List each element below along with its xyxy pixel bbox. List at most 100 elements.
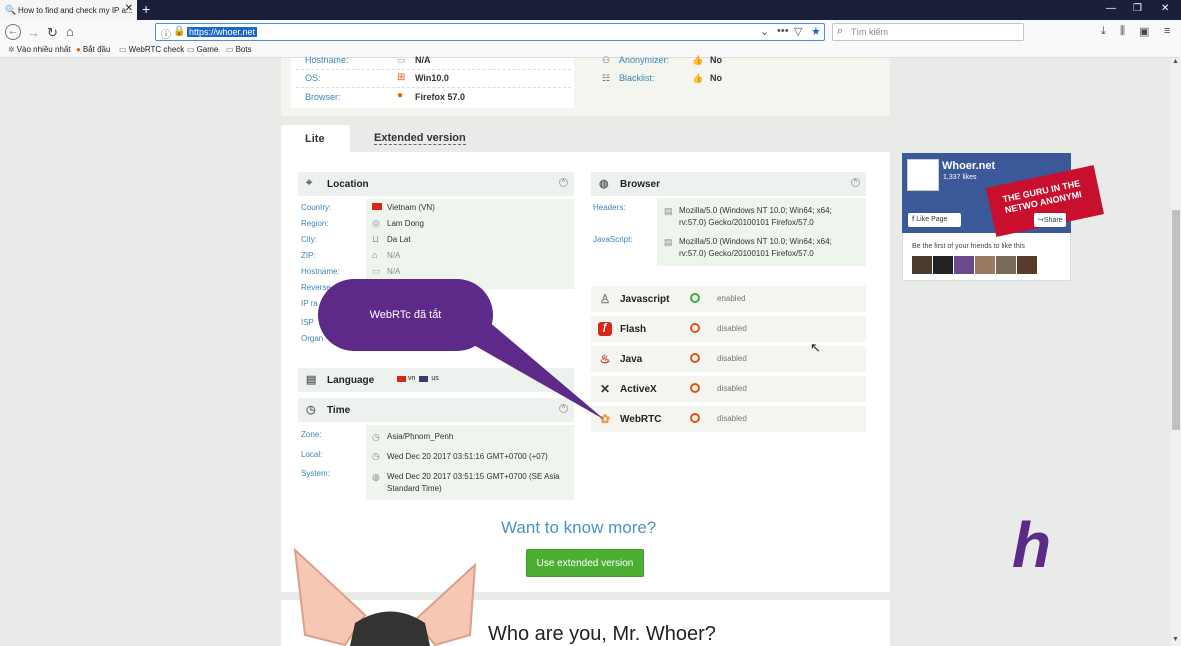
headers-value: Mozilla/5.0 (Windows NT 10.0; Win64; x64…	[679, 206, 832, 227]
restore-button[interactable]: ❐	[1133, 3, 1142, 14]
back-button[interactable]: ←	[5, 24, 21, 40]
javascript-label: JavaScript:	[593, 235, 633, 244]
scrollbar-thumb[interactable]	[1172, 210, 1180, 430]
city-icon: ⊔	[372, 234, 380, 244]
isp-label: ISP	[301, 318, 314, 327]
clock-icon: ◷	[306, 404, 316, 416]
plugin-row-activex: ✕ ActiveX disabled	[591, 376, 866, 402]
plugin-row-flash: ƒ Flash disabled	[591, 316, 866, 342]
close-window-button[interactable]: ✕	[1161, 3, 1169, 14]
search-placeholder: Tìm kiếm	[851, 27, 888, 37]
avatar[interactable]	[975, 256, 995, 274]
avatar[interactable]	[912, 256, 932, 274]
plugin-row-webrtc: ✿ WebRTC disabled	[591, 406, 866, 432]
hostname-value: N/A	[415, 55, 431, 65]
folder-icon: ▭	[119, 45, 127, 54]
globe-icon: ◍	[372, 472, 380, 482]
blacklist-label: Blacklist:	[619, 73, 655, 83]
blacklist-value: No	[710, 73, 722, 83]
browser-tab[interactable]: 🔍 How to find and check my IP a... ✕	[0, 0, 137, 20]
folder-icon: ▭	[187, 45, 195, 54]
menu-icon[interactable]: ≡	[1164, 25, 1170, 37]
close-tab-icon[interactable]: ✕	[125, 3, 133, 14]
bookmark-start[interactable]: ● Bắt đầu	[76, 45, 110, 54]
location-pin-icon: ⌖	[306, 177, 313, 189]
new-tab-button[interactable]: +	[142, 1, 150, 17]
forward-button[interactable]: →	[27, 25, 40, 40]
scroll-down-icon[interactable]: ▼	[1172, 636, 1179, 643]
blacklist-icon: ☷	[602, 73, 611, 83]
minimize-button[interactable]: —	[1106, 3, 1116, 14]
lock-icon: 🔒	[173, 26, 186, 37]
page-actions-icon[interactable]: •••	[777, 25, 789, 37]
search-icon: ⌕	[837, 25, 844, 37]
bookmark-bots[interactable]: ▭ Bots	[226, 45, 252, 54]
tab-extended-version[interactable]: Extended version	[374, 132, 466, 145]
collapse-icon[interactable]: ˄	[851, 178, 860, 187]
javascript-icon: ♙	[599, 292, 611, 306]
region-label: Region:	[301, 219, 329, 228]
status-icon	[690, 353, 700, 363]
zone-label: Zone:	[301, 430, 322, 439]
vietnam-flag-icon	[372, 203, 382, 210]
hostname-value: N/A	[387, 267, 401, 276]
headers-label: Headers:	[593, 203, 626, 212]
hostname-label: Hostname:	[305, 55, 349, 65]
avatar[interactable]	[933, 256, 953, 274]
city-value: Da Lat	[387, 235, 411, 244]
city-label: City:	[301, 235, 317, 244]
vietnam-flag-icon	[397, 376, 406, 382]
browser-header[interactable]: ◍ Browser ˄	[591, 172, 866, 196]
tab-title: How to find and check my IP a...	[18, 6, 133, 15]
avatar[interactable]	[1017, 256, 1037, 274]
compass-icon: ◎	[372, 218, 380, 228]
library-icon[interactable]: ⫼	[1120, 25, 1125, 38]
reload-button[interactable]: ↻	[47, 25, 58, 41]
scroll-up-icon[interactable]: ▲	[1172, 58, 1179, 65]
bookmark-star-icon[interactable]: ★	[811, 25, 821, 38]
bookmark-webrtc-check[interactable]: ▭ WebRTC check	[119, 45, 184, 54]
system-label: System:	[301, 469, 330, 478]
facebook-likes: 1,337 likes	[943, 174, 977, 181]
search-input[interactable]: ⌕ Tìm kiếm	[832, 23, 1024, 41]
pocket-icon[interactable]: ▽	[794, 25, 802, 38]
location-header[interactable]: ⌖ Location ˄	[298, 172, 574, 196]
bookmark-game[interactable]: ▭ Game	[187, 45, 218, 54]
zone-value: Asia/Phnom_Penh	[387, 432, 454, 441]
avatar[interactable]	[996, 256, 1016, 274]
like-page-button[interactable]: f Like Page	[908, 213, 961, 227]
plugin-row-java: ♨ Java disabled	[591, 346, 866, 372]
hostname-label: Hostname:	[301, 267, 340, 276]
tab-lite[interactable]: Lite	[281, 125, 350, 153]
plugin-row-javascript: ♙ Javascript enabled	[591, 286, 866, 312]
info-icon[interactable]: ⓘ	[161, 26, 171, 41]
browser-label: Browser:	[305, 92, 341, 102]
os-value: Win10.0	[415, 73, 449, 83]
status-icon	[690, 323, 700, 333]
share-button[interactable]: ↪Share	[1034, 213, 1066, 227]
url-bar[interactable]: ⓘ 🔒 https://whoer.net ⌄ ••• ▽ ★	[155, 23, 825, 41]
browser-value: Firefox 57.0	[415, 92, 466, 102]
bookmark-most-visited[interactable]: ✲ Vào nhiều nhất	[8, 45, 71, 54]
home-button[interactable]: ⌂	[66, 24, 74, 39]
javascript-value: Mozilla/5.0 (Windows NT 10.0; Win64; x64…	[679, 237, 832, 258]
facebook-page-name[interactable]: Whoer.net	[942, 160, 995, 172]
url-text: https://whoer.net	[187, 27, 258, 37]
download-icon[interactable]: ⤓	[1101, 25, 1106, 38]
dropdown-icon[interactable]: ⌄	[760, 25, 769, 38]
organization-label: Organ	[301, 334, 324, 343]
mascot-illustration	[293, 547, 477, 646]
document-icon: ▤	[664, 237, 673, 247]
collapse-icon[interactable]: ˄	[559, 178, 568, 187]
sidebar-icon[interactable]: ▣	[1139, 25, 1149, 38]
hostname-icon: ▭	[397, 55, 406, 65]
thumb-icon: 👍	[692, 73, 704, 83]
status-icon	[690, 413, 700, 423]
avatar[interactable]	[954, 256, 974, 274]
divider	[296, 69, 571, 70]
friends-text: Be the first of your friends to like thi…	[912, 243, 1025, 250]
tab-bar	[0, 0, 1181, 20]
globe-icon: ◍	[599, 178, 609, 190]
use-extended-version-button[interactable]: Use extended version	[526, 549, 644, 577]
clock-icon: ◷	[372, 451, 380, 461]
